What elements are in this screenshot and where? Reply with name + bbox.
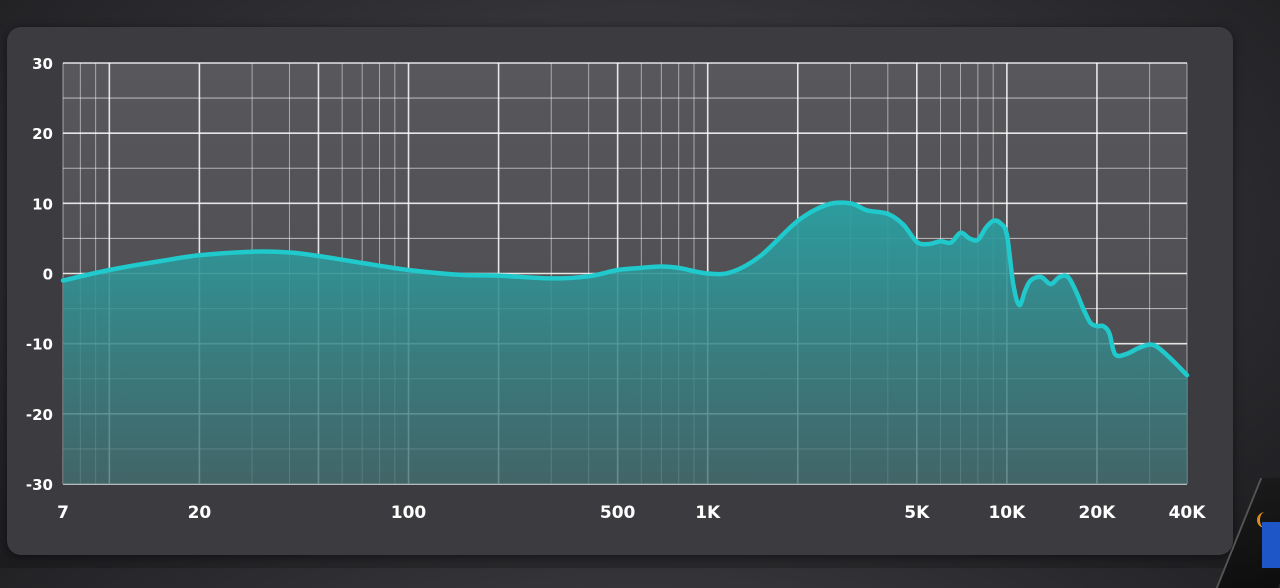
y-tick-label: -30	[26, 476, 53, 494]
y-axis-ticks: 30 20 10 0 -10 -20 -30	[26, 55, 53, 494]
y-tick-label: 0	[43, 266, 53, 284]
x-tick-label: 10K	[988, 503, 1026, 523]
x-tick-label: 20	[188, 503, 212, 523]
x-axis-ticks: 7 20 100 500 1K 5K 10K 20K 40K	[57, 503, 1206, 523]
y-tick-label: -20	[26, 406, 53, 424]
y-tick-label: 10	[32, 195, 53, 213]
x-tick-label: 100	[391, 503, 427, 523]
x-tick-label: 20K	[1079, 503, 1117, 523]
x-tick-label: 500	[600, 503, 636, 523]
frequency-response-chart: 3020100-10-20-30 7 20 100 500 1K 5K 10K 20K 40K	[26, 55, 1206, 523]
y-tick-label: 30	[32, 55, 53, 73]
x-tick-label: 7	[57, 503, 69, 523]
corner-blue-accent	[1262, 522, 1280, 568]
chart-panel: 30 20 10 0 -10 -20 -30 7 20 100 500 1K 5K 10K 20K 40K	[7, 27, 1233, 555]
y-tick-label: -10	[26, 336, 53, 354]
y-tick-label: 20	[32, 125, 53, 143]
x-tick-label: 5K	[904, 503, 930, 523]
x-tick-label: 40K	[1169, 503, 1207, 523]
x-tick-label: 1K	[695, 503, 721, 523]
